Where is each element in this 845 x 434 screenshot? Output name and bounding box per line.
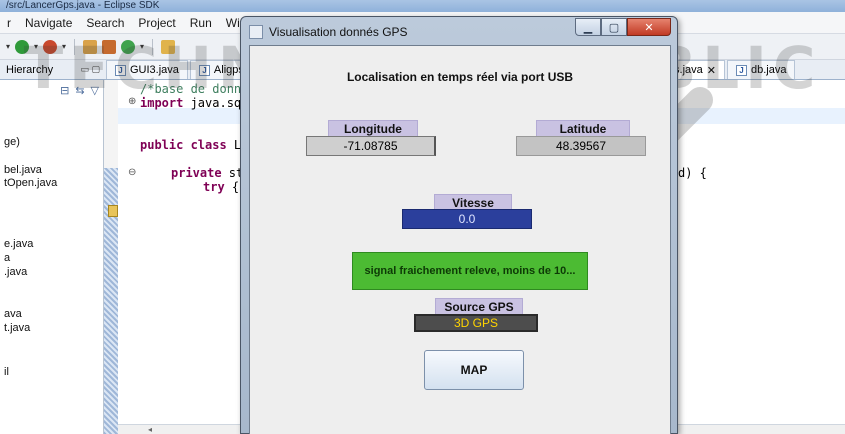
latitude-field: 48.39567: [516, 136, 646, 156]
eclipse-window-title: /src/LancerGps.java - Eclipse SDK: [0, 0, 845, 12]
minimize-maximize-icon[interactable]: ▭ ▢: [80, 64, 100, 75]
chevron-down-icon[interactable]: ▾: [62, 42, 66, 51]
list-item[interactable]: il: [4, 366, 9, 378]
code-keyword: try: [203, 180, 225, 194]
code-keyword: public class: [140, 138, 227, 152]
code-line-comment: /*base de donné: [140, 82, 249, 96]
dialog-content: Localisation en temps réel via port USB …: [249, 45, 671, 434]
close-button[interactable]: ✕: [627, 18, 671, 36]
chevron-down-icon[interactable]: ▾: [34, 42, 38, 51]
list-item[interactable]: a: [4, 252, 10, 264]
chevron-down-icon[interactable]: ▾: [6, 42, 10, 51]
hierarchy-tab[interactable]: Hierarchy ▭ ▢: [0, 60, 104, 80]
minimize-button[interactable]: ▁: [575, 18, 601, 36]
menu-item-navigate[interactable]: Navigate: [18, 16, 79, 30]
run-icon[interactable]: [15, 39, 30, 54]
list-item[interactable]: tOpen.java: [4, 177, 57, 189]
menu-item-run-partial[interactable]: r: [0, 16, 18, 30]
chevron-down-icon[interactable]: ▾: [140, 42, 144, 51]
package-explorer-panel: ⊟ ⇆ ▽ ge) bel.java tOpen.java e.java a .…: [0, 80, 104, 434]
code-line-try: try {: [203, 180, 239, 194]
code-line-method: private sta: [171, 166, 250, 180]
gps-dialog-window: Visualisation donnés GPS ▁ ▢ ✕ Localisat…: [240, 16, 678, 434]
debug-icon[interactable]: [43, 39, 58, 54]
panel-toolbar: ⊟ ⇆ ▽: [60, 84, 99, 97]
page-title: Localisation en temps réel via port USB: [346, 70, 574, 84]
fold-expand-icon[interactable]: ⊕: [128, 96, 136, 107]
fold-collapse-icon[interactable]: ⊖: [128, 167, 136, 178]
link-editor-icon[interactable]: ⇆: [75, 84, 84, 97]
java-file-icon: J: [735, 64, 747, 76]
map-button[interactable]: MAP: [424, 350, 524, 390]
code-fragment-right: d) {: [678, 166, 707, 180]
menu-item-run[interactable]: Run: [183, 16, 219, 30]
warning-marker-icon[interactable]: [108, 205, 118, 217]
dialog-title: Visualisation donnés GPS: [269, 25, 408, 39]
view-menu-icon[interactable]: ▽: [91, 84, 99, 97]
code-text: java.sql: [183, 96, 249, 110]
list-item[interactable]: e.java: [4, 238, 33, 250]
code-keyword: private: [171, 166, 222, 180]
status-indicator: signal fraichement releve, moins de 10..…: [352, 252, 588, 290]
menu-item-search[interactable]: Search: [79, 16, 131, 30]
new-class-icon[interactable]: [102, 39, 117, 54]
longitude-field: -71.08785: [306, 136, 436, 156]
list-item[interactable]: ava: [4, 308, 22, 320]
code-line-import: import java.sql: [140, 96, 248, 110]
toolbar-separator: [74, 38, 76, 55]
tab-db[interactable]: J db.java: [726, 60, 796, 79]
new-package-icon[interactable]: [83, 39, 98, 54]
close-icon[interactable]: ✕: [707, 64, 716, 77]
list-item[interactable]: t.java: [4, 322, 30, 334]
java-file-icon: J: [115, 64, 126, 76]
window-controls: ▁ ▢ ✕: [575, 18, 671, 36]
code-line-class: public class La: [140, 138, 248, 152]
collapse-all-icon[interactable]: ⊟: [60, 84, 69, 97]
toolbar-separator: [152, 38, 154, 55]
java-file-icon: J: [198, 64, 210, 76]
tab-label: GUI3.java: [130, 64, 179, 76]
list-item[interactable]: bel.java: [4, 164, 42, 176]
vitesse-field: 0.0: [402, 209, 532, 229]
new-java-icon[interactable]: [121, 39, 136, 54]
code-keyword: import: [140, 96, 184, 110]
hierarchy-tab-label: Hierarchy: [6, 63, 54, 76]
code-text: {: [224, 180, 240, 194]
menu-item-project[interactable]: Project: [131, 16, 182, 30]
open-folder-icon[interactable]: [161, 39, 176, 54]
tab-label: db.java: [750, 64, 787, 76]
java-app-icon: [249, 25, 263, 39]
list-item[interactable]: ge): [4, 136, 20, 148]
list-item[interactable]: .java: [4, 266, 27, 278]
scroll-left-icon[interactable]: ◂: [148, 425, 152, 434]
source-gps-field: 3D GPS: [414, 314, 538, 332]
tab-gui3[interactable]: J GUI3.java: [106, 60, 188, 79]
maximize-button[interactable]: ▢: [601, 18, 627, 36]
